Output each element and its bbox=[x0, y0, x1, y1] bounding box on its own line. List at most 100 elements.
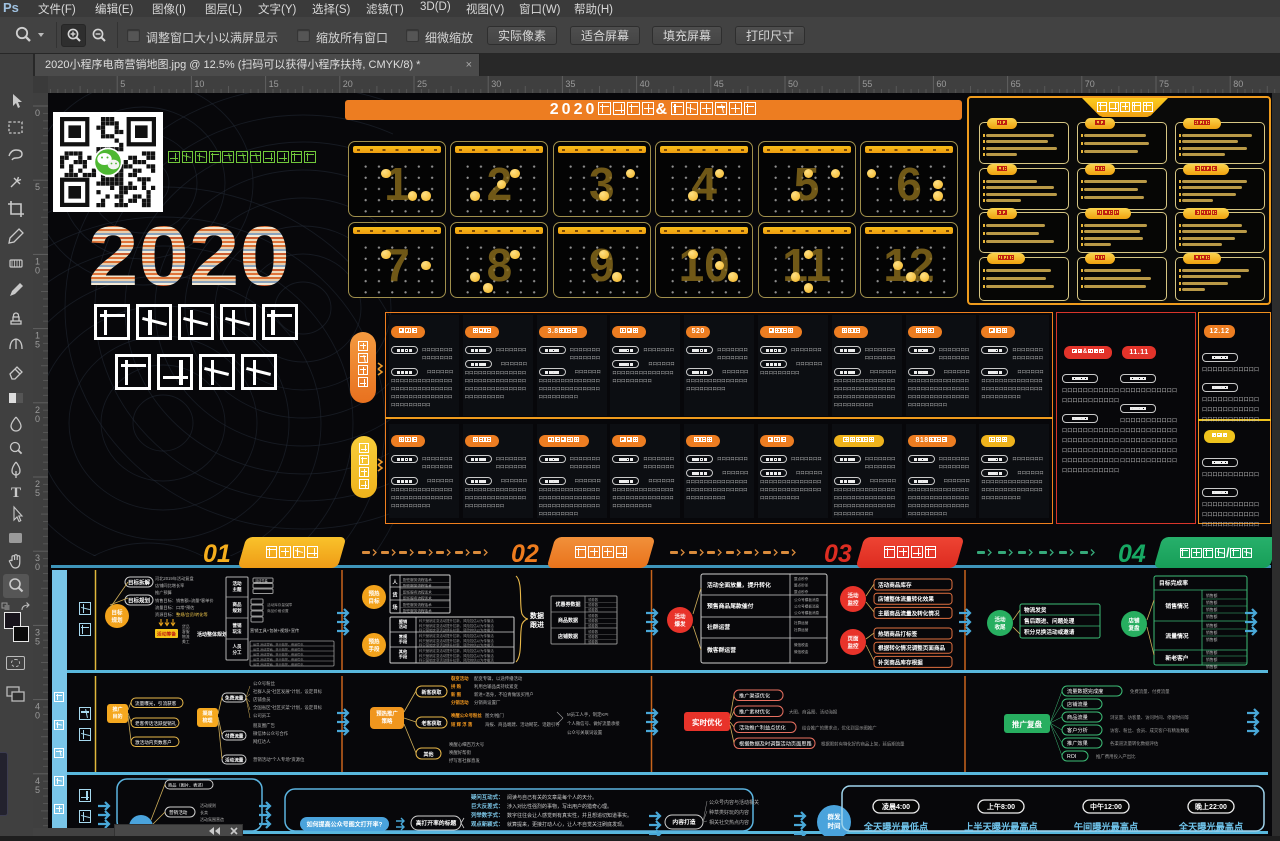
svg-text:涉入对比性强烈的事物，写出用户的猎奇心理。: 涉入对比性强烈的事物，写出用户的猎奇心理。 bbox=[507, 803, 612, 810]
svg-text:0: 0 bbox=[35, 108, 40, 118]
svg-text:活动筹备: 活动筹备 bbox=[157, 631, 176, 638]
svg-text:微信税金: 微信税金 bbox=[794, 649, 809, 654]
svg-text:种草类好玩的内容: 种草类好玩的内容 bbox=[709, 809, 749, 816]
svg-text:科只营销定变活动提升拉新，风险控估以为传播活: 科只营销定变活动提升拉新，风险控估以为传播活 bbox=[419, 648, 494, 653]
svg-text:5: 5 bbox=[35, 636, 40, 646]
svg-text:主题: 主题 bbox=[233, 586, 242, 593]
svg-text:爆发: 爆发 bbox=[674, 620, 686, 628]
svg-text:凌晨4:00: 凌晨4:00 bbox=[882, 802, 910, 811]
svg-text:配任服务流程话术: 配任服务流程话术 bbox=[403, 583, 432, 588]
svg-text:河北2019年活动复盘: 河北2019年活动复盘 bbox=[155, 575, 194, 582]
svg-text:老客传话活跃促销礼: 老客传话活跃促销礼 bbox=[135, 720, 177, 727]
svg-text:流量数据完成度: 流量数据完成度 bbox=[1067, 687, 1103, 695]
svg-text:如何提高公众号图文打开率?: 如何提高公众号图文打开率? bbox=[307, 821, 383, 829]
svg-text:疑问互动式：: 疑问互动式： bbox=[471, 793, 503, 801]
svg-text:拼 购: 拼 购 bbox=[450, 683, 462, 690]
svg-text:活动: 活动 bbox=[674, 613, 686, 621]
svg-text:领券数: 领券数 bbox=[588, 629, 599, 634]
svg-text:目标: 目标 bbox=[111, 609, 123, 617]
svg-text:分工: 分工 bbox=[233, 649, 242, 656]
svg-text:货品: 货品 bbox=[182, 624, 190, 629]
svg-text:新进+温身，不迫青做饭买用户: 新进+温身，不迫青做饭买用户 bbox=[474, 691, 534, 698]
svg-text:60: 60 bbox=[936, 79, 946, 89]
svg-text:全天曝光最高点: 全天曝光最高点 bbox=[1178, 821, 1243, 832]
svg-text:领券数: 领券数 bbox=[588, 613, 599, 618]
svg-text:上半天曝光最高点: 上半天曝光最高点 bbox=[964, 821, 1038, 832]
svg-text:配变专辑，以途传播活动: 配变专辑，以途传播活动 bbox=[474, 675, 523, 682]
svg-text:领券数: 领券数 bbox=[588, 618, 599, 623]
svg-text:监控: 监控 bbox=[847, 599, 859, 607]
svg-text:5: 5 bbox=[35, 488, 40, 498]
svg-text:监控: 监控 bbox=[847, 642, 859, 650]
svg-text:销售额: 销售额 bbox=[1206, 607, 1218, 612]
svg-text:80: 80 bbox=[1233, 79, 1243, 89]
svg-text:客服: 客服 bbox=[182, 629, 190, 634]
svg-text:唤醒心细百万大号: 唤醒心细百万大号 bbox=[449, 741, 485, 748]
svg-text:相关社交热点内容: 相关社交热点内容 bbox=[709, 819, 749, 826]
svg-text:抒写客社群直发: 抒写客社群直发 bbox=[449, 757, 480, 764]
svg-text:激活动内页数客户: 激活动内页数客户 bbox=[135, 739, 172, 746]
svg-text:ROI: ROI bbox=[1067, 754, 1076, 760]
svg-text:人员: 人员 bbox=[232, 643, 242, 650]
svg-text:社群运营: 社群运营 bbox=[794, 627, 809, 632]
svg-text:商品流量: 商品流量 bbox=[1067, 713, 1088, 721]
svg-text:活动节奏: 活动节奏 bbox=[255, 578, 269, 583]
svg-text:10: 10 bbox=[194, 79, 204, 89]
svg-text:配任服务流程话术: 配任服务流程话术 bbox=[403, 577, 432, 582]
svg-text:策略: 策略 bbox=[382, 717, 393, 725]
svg-text:实时优化: 实时优化 bbox=[692, 717, 722, 727]
svg-text:长卖: 长卖 bbox=[200, 809, 208, 815]
svg-text:25: 25 bbox=[417, 79, 427, 89]
svg-text:0: 0 bbox=[35, 711, 40, 721]
svg-text:店铺流量: 店铺流量 bbox=[1067, 700, 1088, 708]
svg-text:营销活动: 营销活动 bbox=[169, 809, 188, 816]
svg-text:目标: 目标 bbox=[368, 597, 380, 605]
svg-text:全国省区"社区买菜"计划，设定目标: 全国省区"社区买菜"计划，设定目标 bbox=[253, 704, 323, 711]
svg-text:运营 活动营销、执行监控、商品优化: 运营 活动营销、执行监控、商品优化 bbox=[253, 642, 303, 647]
svg-text:公众号粉丝: 公众号粉丝 bbox=[253, 680, 276, 687]
svg-text:分销商设置厂: 分销商设置厂 bbox=[474, 699, 501, 706]
svg-text:图文/推门: 图文/推门 bbox=[485, 712, 504, 719]
svg-text:店铺同比增长率: 店铺同比增长率 bbox=[155, 582, 184, 589]
svg-text:运营 活动营销、执行监控、商品优化: 运营 活动营销、执行监控、商品优化 bbox=[253, 652, 303, 657]
svg-text:社群运营: 社群运营 bbox=[706, 623, 730, 631]
svg-text:M员工人手，制定KPI: M员工人手，制定KPI bbox=[567, 711, 608, 718]
svg-text:手段: 手段 bbox=[399, 653, 408, 660]
svg-text:优惠券数据: 优惠券数据 bbox=[555, 601, 580, 608]
svg-text:科只营销定变活动提升拉新，风险控估以为传播活: 科只营销定变活动提升拉新，风险控估以为传播活 bbox=[419, 653, 494, 658]
svg-text:分销活动: 分销活动 bbox=[451, 699, 469, 706]
svg-text:活动: 活动 bbox=[233, 580, 242, 587]
svg-text:规划: 规划 bbox=[233, 607, 242, 614]
svg-text:预热: 预热 bbox=[368, 638, 380, 646]
svg-text:梳理: 梳理 bbox=[202, 717, 212, 724]
svg-text:补货商品库存根据: 补货商品库存根据 bbox=[878, 658, 923, 666]
svg-text:结合推广的需求点，优化到显示图推广: 结合推广的需求点，优化到显示图推广 bbox=[802, 725, 877, 732]
svg-text:5: 5 bbox=[35, 182, 40, 192]
svg-text:5: 5 bbox=[35, 785, 40, 795]
svg-text:公众号模板消息: 公众号模板消息 bbox=[794, 597, 820, 602]
svg-text:巨大反差式：: 巨大反差式： bbox=[471, 802, 503, 810]
svg-text:唤醒公众号粉丝: 唤醒公众号粉丝 bbox=[451, 712, 482, 719]
svg-text:活动商品库存: 活动商品库存 bbox=[878, 581, 912, 589]
svg-text:数字往往会让人感觉到有真实性，并且想追切知道事实。: 数字往往会让人感觉到有真实性，并且想追切知道事实。 bbox=[507, 812, 632, 819]
svg-text:微信税金: 微信税金 bbox=[794, 642, 809, 647]
svg-text:活动整体规划: 活动整体规划 bbox=[197, 631, 227, 638]
svg-text:复盘: 复盘 bbox=[1127, 624, 1140, 632]
svg-text:流量曝光，引流获客: 流量曝光，引流获客 bbox=[135, 700, 177, 707]
svg-text:运营 活动营销、执行监控、商品优化: 运营 活动营销、执行监控、商品优化 bbox=[253, 647, 303, 652]
svg-text:主题商品流量及转化情况: 主题商品流量及转化情况 bbox=[878, 609, 940, 617]
svg-text:公司员工: 公司员工 bbox=[253, 713, 271, 719]
svg-text:目标完成率: 目标完成率 bbox=[1159, 579, 1188, 587]
svg-text:0: 0 bbox=[35, 562, 40, 572]
svg-text:售后跟进、问题处理: 售后跟进、问题处理 bbox=[1024, 617, 1075, 625]
svg-text:5: 5 bbox=[35, 340, 40, 350]
svg-text:营销: 营销 bbox=[233, 622, 242, 629]
svg-text:阅读与自己有关的文章是每个人的天分。: 阅读与自己有关的文章是每个人的天分。 bbox=[507, 794, 597, 801]
svg-text:晚上22:00: 晚上22:00 bbox=[1195, 802, 1227, 811]
svg-text:商品数据: 商品数据 bbox=[558, 617, 578, 624]
svg-text:社群人员"社区发展"计划，设定目标: 社群人员"社区发展"计划，设定目标 bbox=[253, 688, 323, 695]
svg-text:人: 人 bbox=[391, 579, 398, 586]
svg-text:营销活动"个人专场"资源位: 营销活动"个人专场"资源位 bbox=[253, 756, 305, 763]
svg-text:活动: 活动 bbox=[994, 616, 1006, 624]
svg-text:销售额: 销售额 bbox=[1206, 593, 1218, 598]
